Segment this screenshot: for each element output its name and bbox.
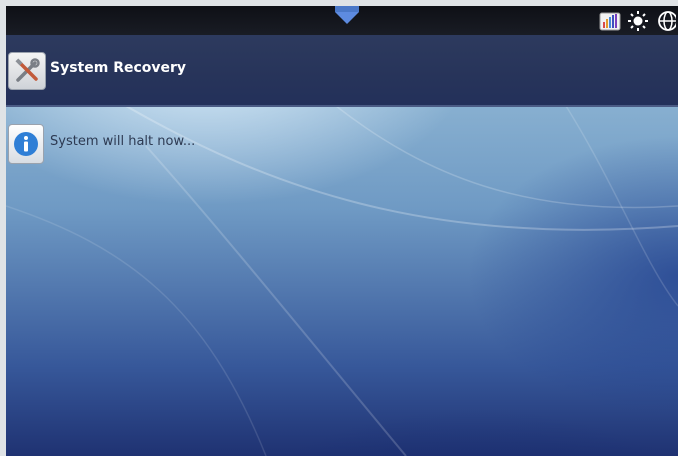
info-icon [8,124,44,164]
pulldown-handle-icon[interactable] [332,6,362,26]
app-title-bar: System Recovery [6,35,678,107]
desktop-screen: System Recovery System will halt now... [6,6,678,456]
brightness-icon[interactable] [626,9,650,33]
tools-icon [8,52,46,90]
message-text: System will halt now... [50,134,196,149]
globe-icon[interactable] [654,9,678,33]
page-title: System Recovery [50,60,187,76]
status-bar [6,6,678,35]
status-message: System will halt now... [6,122,406,166]
system-tray [598,9,678,33]
signal-bars-icon[interactable] [598,9,622,33]
